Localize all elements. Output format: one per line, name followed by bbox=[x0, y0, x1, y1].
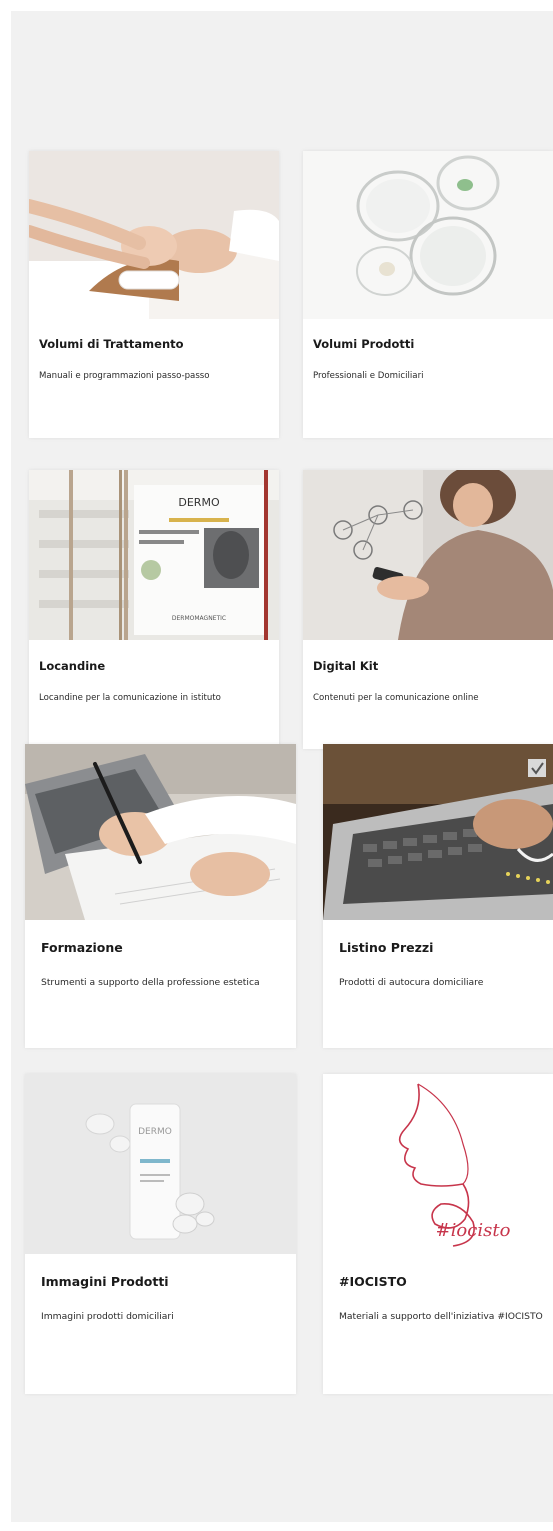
card-title: #IOCISTO bbox=[339, 1274, 407, 1289]
card-description: Immagini prodotti domiciliari bbox=[41, 1311, 174, 1322]
card-immagini-prodotti[interactable]: DERMO Immagini Prodotti Immagini prodott… bbox=[25, 1074, 296, 1394]
card-title: Formazione bbox=[41, 940, 123, 955]
card-listino-prezzi[interactable]: Listino Prezzi Prodotti di autocura domi… bbox=[323, 744, 553, 1048]
poster-headline: DERMOMAGNETIC bbox=[172, 615, 226, 622]
iocisto-logo-text: #iocisto bbox=[436, 1220, 511, 1241]
card-title: Volumi di Trattamento bbox=[39, 337, 184, 351]
card-iocisto[interactable]: #iocisto #IOCISTO Materiali a supporto d… bbox=[323, 1074, 553, 1394]
laptop-typing-photo bbox=[323, 744, 553, 920]
woman-smartphone-photo bbox=[303, 470, 553, 640]
product-brand: DERMO bbox=[138, 1127, 172, 1137]
card-description: Strumenti a supporto della professione e… bbox=[41, 977, 260, 988]
card-digital-kit[interactable]: Digital Kit Contenuti per la comunicazio… bbox=[303, 470, 553, 749]
card-title: Listino Prezzi bbox=[339, 940, 434, 955]
card-formazione[interactable]: Formazione Strumenti a supporto della pr… bbox=[25, 744, 296, 1048]
hand-writing-photo bbox=[25, 744, 296, 920]
iocisto-logo: #iocisto bbox=[323, 1074, 553, 1254]
card-description: Professionali e Domiciliari bbox=[313, 371, 424, 381]
poster-photo: DERMO DERMOMAGNETIC bbox=[29, 470, 279, 640]
card-title: Immagini Prodotti bbox=[41, 1274, 169, 1289]
product-tube-photo: DERMO bbox=[25, 1074, 296, 1254]
card-title: Locandine bbox=[39, 659, 106, 673]
card-description: Materiali a supporto dell'iniziativa #IO… bbox=[339, 1311, 543, 1322]
facial-massage-photo bbox=[29, 151, 279, 319]
card-title: Digital Kit bbox=[313, 659, 379, 673]
card-title: Volumi Prodotti bbox=[313, 337, 415, 351]
card-description: Manuali e programmazioni passo-passo bbox=[39, 371, 210, 381]
card-locandine[interactable]: DERMO DERMOMAGNETIC Locandine Locandine … bbox=[29, 470, 279, 749]
glass-petri-dishes-photo bbox=[303, 151, 553, 319]
poster-brand: DERMO bbox=[178, 496, 220, 509]
card-volumi-trattamento[interactable]: Volumi di Trattamento Manuali e programm… bbox=[29, 151, 279, 438]
card-description: Contenuti per la comunicazione online bbox=[313, 693, 479, 703]
content-panel: Volumi di Trattamento Manuali e programm… bbox=[11, 11, 553, 1522]
card-description: Locandine per la comunicazione in istitu… bbox=[39, 693, 221, 703]
card-description: Prodotti di autocura domiciliare bbox=[339, 977, 484, 988]
card-volumi-prodotti[interactable]: Volumi Prodotti Professionali e Domicili… bbox=[303, 151, 553, 438]
